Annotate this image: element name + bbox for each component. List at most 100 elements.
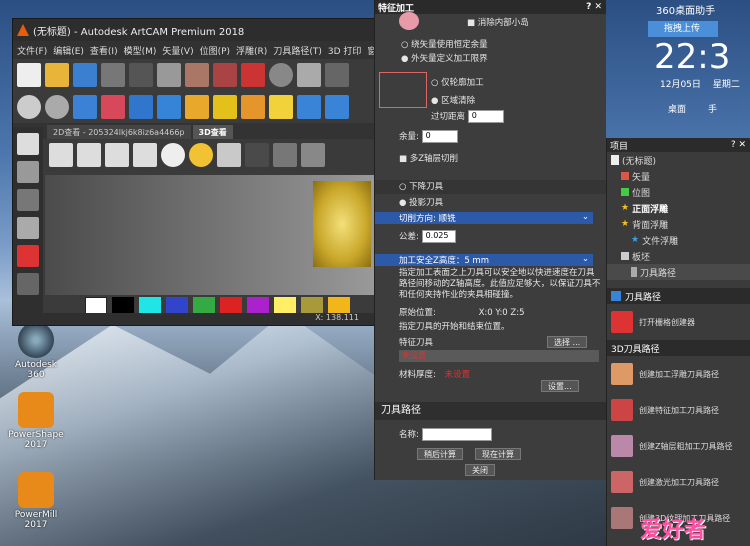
- close-icon[interactable]: ? ✕: [731, 140, 750, 150]
- calc-later-button[interactable]: 稍后计算: [417, 448, 463, 460]
- relief-display-icon[interactable]: [273, 143, 297, 167]
- 3d-viewport[interactable]: [45, 175, 377, 295]
- save-icon[interactable]: [73, 63, 97, 87]
- vector-icon: [621, 172, 629, 180]
- eraser-icon[interactable]: [101, 95, 125, 119]
- close-button[interactable]: 关闭: [465, 464, 495, 476]
- desktop-icon-powershape[interactable]: PowerShape 2017: [6, 392, 66, 450]
- view-iso-icon[interactable]: [49, 143, 73, 167]
- menu-vector[interactable]: 矢量(V): [162, 44, 193, 57]
- menu-relief[interactable]: 浮雕(R): [236, 44, 267, 57]
- star-icon[interactable]: [269, 95, 293, 119]
- grid-icon[interactable]: [213, 63, 237, 87]
- safe-z-select[interactable]: 加工安全Z高度：5 mm ⌄: [375, 254, 593, 266]
- tree-item-back-relief[interactable]: ★ 背面浮雕: [607, 216, 750, 232]
- overshoot-input[interactable]: 0: [467, 110, 504, 123]
- pencil-icon[interactable]: [17, 245, 39, 267]
- tree-item-vector[interactable]: 矢量: [607, 168, 750, 184]
- expand-icon[interactable]: [17, 273, 39, 295]
- menu-bitmap[interactable]: 位图(P): [200, 44, 230, 57]
- menu-toolpath[interactable]: 刀具路径(T): [273, 44, 322, 57]
- tp-laser[interactable]: 创建激光加工刀具路径: [607, 464, 750, 500]
- option-constant-allowance[interactable]: ○ 绕矢量使用恒定余量: [375, 38, 607, 50]
- allowance-input[interactable]: 0: [421, 130, 458, 143]
- tree-item-bitmap[interactable]: 位图: [607, 184, 750, 200]
- scale-icon[interactable]: [157, 63, 181, 87]
- tree-item-file-relief[interactable]: ★ 文件浮雕: [607, 232, 750, 248]
- sec3d-label: 3D刀具路径: [611, 344, 660, 355]
- calc-now-button[interactable]: 现在计算: [475, 448, 521, 460]
- project-tool-row[interactable]: ● 投影刀具: [375, 196, 607, 208]
- multi-z-row[interactable]: ■ 多Z轴层切削: [375, 152, 607, 164]
- option-area-clear[interactable]: ● 区域清除: [375, 94, 607, 106]
- select-arrow-icon[interactable]: [17, 133, 39, 155]
- shading-icon[interactable]: [217, 143, 241, 167]
- phone-link[interactable]: 手: [708, 102, 717, 115]
- relief-layer-icon[interactable]: [297, 95, 321, 119]
- menu-edit[interactable]: 编辑(E): [53, 44, 84, 57]
- desktop-icon-autodesk360[interactable]: Autodesk 360: [6, 322, 66, 380]
- desktop-assistant-widget: 360桌面助手 拖拽上传 22:3 12月05日 星期二 桌面 手: [640, 0, 750, 138]
- warp-icon[interactable]: [17, 217, 39, 239]
- extrude-icon[interactable]: [213, 95, 237, 119]
- cut-icon[interactable]: [101, 63, 125, 87]
- checkbox-icon[interactable]: ■: [467, 18, 478, 28]
- tree-label: 正面浮雕: [632, 204, 669, 215]
- tp-zlevel[interactable]: 创建Z轴层粗加工刀具路径: [607, 428, 750, 464]
- desktop-link[interactable]: 桌面: [668, 102, 686, 115]
- cut-direction-select[interactable]: 切削方向: 顺铣 ⌄: [375, 212, 593, 224]
- relief-blue-icon[interactable]: [73, 95, 97, 119]
- setup-button[interactable]: 设置...: [541, 380, 579, 392]
- tree-item-front-relief[interactable]: ★ 正面浮雕: [607, 200, 750, 216]
- shape-icon[interactable]: [297, 63, 321, 87]
- desktop-icon-powermill[interactable]: PowerMill 2017: [6, 472, 66, 530]
- tool-unset-field[interactable]: 未设置: [399, 350, 599, 362]
- copy-icon[interactable]: [129, 63, 153, 87]
- select-tool-button[interactable]: 选择 ...: [547, 336, 588, 348]
- option-profile-only[interactable]: ○ 仅轮廓加工: [375, 76, 607, 88]
- raster-builder-item[interactable]: 打开栅格创建器: [607, 304, 750, 340]
- 3d-view-icon[interactable]: [45, 95, 69, 119]
- powermill-icon: [18, 472, 54, 508]
- tree-item-root[interactable]: (无标题): [607, 152, 750, 168]
- menu-file[interactable]: 文件(F): [17, 44, 47, 57]
- zoom-fit-icon[interactable]: [17, 95, 41, 119]
- lamp-icon[interactable]: [241, 63, 265, 87]
- view-side-icon[interactable]: [133, 143, 157, 167]
- menu-view[interactable]: 查看(I): [90, 44, 118, 57]
- transform-icon[interactable]: [17, 189, 39, 211]
- blend-icon[interactable]: [325, 95, 349, 119]
- upload-button[interactable]: 拖拽上传: [648, 21, 718, 37]
- shape-editor-icon[interactable]: [129, 95, 153, 119]
- tp-feature[interactable]: 创建特征加工刀具路径: [607, 392, 750, 428]
- cylinder-icon[interactable]: [301, 143, 325, 167]
- measure-icon[interactable]: [269, 63, 293, 87]
- zoom-icon[interactable]: [161, 143, 185, 167]
- tree-item-toolpath[interactable]: 刀具路径: [607, 264, 750, 280]
- smooth-relief-icon[interactable]: [157, 95, 181, 119]
- view-top-icon[interactable]: [105, 143, 129, 167]
- new-file-icon[interactable]: [17, 63, 41, 87]
- relief-tool-icon[interactable]: [325, 63, 349, 87]
- open-folder-icon[interactable]: [45, 63, 69, 87]
- tab-2d-view[interactable]: 2D查看 - 205324lkj6k8iz6a4466p: [47, 125, 191, 139]
- down-tool-row[interactable]: ○ 下降刀具: [375, 180, 607, 194]
- tab-3d-view[interactable]: 3D查看: [192, 125, 233, 139]
- name-input[interactable]: [421, 428, 492, 441]
- cut-direction-value: 切削方向: 顺铣: [399, 214, 456, 224]
- tree-item-block[interactable]: 板坯: [607, 248, 750, 264]
- axis-icon[interactable]: [245, 143, 269, 167]
- node-edit-icon[interactable]: [17, 161, 39, 183]
- widget-title: 360桌面助手: [656, 6, 716, 17]
- texture-icon[interactable]: [185, 95, 209, 119]
- tolerance-input[interactable]: 0.025: [421, 230, 456, 243]
- view-front-icon[interactable]: [77, 143, 101, 167]
- menu-3d-print[interactable]: 3D 打印: [328, 44, 362, 57]
- weave-icon[interactable]: [241, 95, 265, 119]
- mirror-icon[interactable]: [185, 63, 209, 87]
- close-icon[interactable]: ? ✕: [586, 2, 606, 12]
- menu-model[interactable]: 模型(M): [124, 44, 157, 57]
- light-icon[interactable]: [189, 143, 213, 167]
- option-outer-limit[interactable]: ● 外矢量定义加工限界: [375, 52, 607, 64]
- tp-relief[interactable]: 创建加工浮雕刀具路径: [607, 356, 750, 392]
